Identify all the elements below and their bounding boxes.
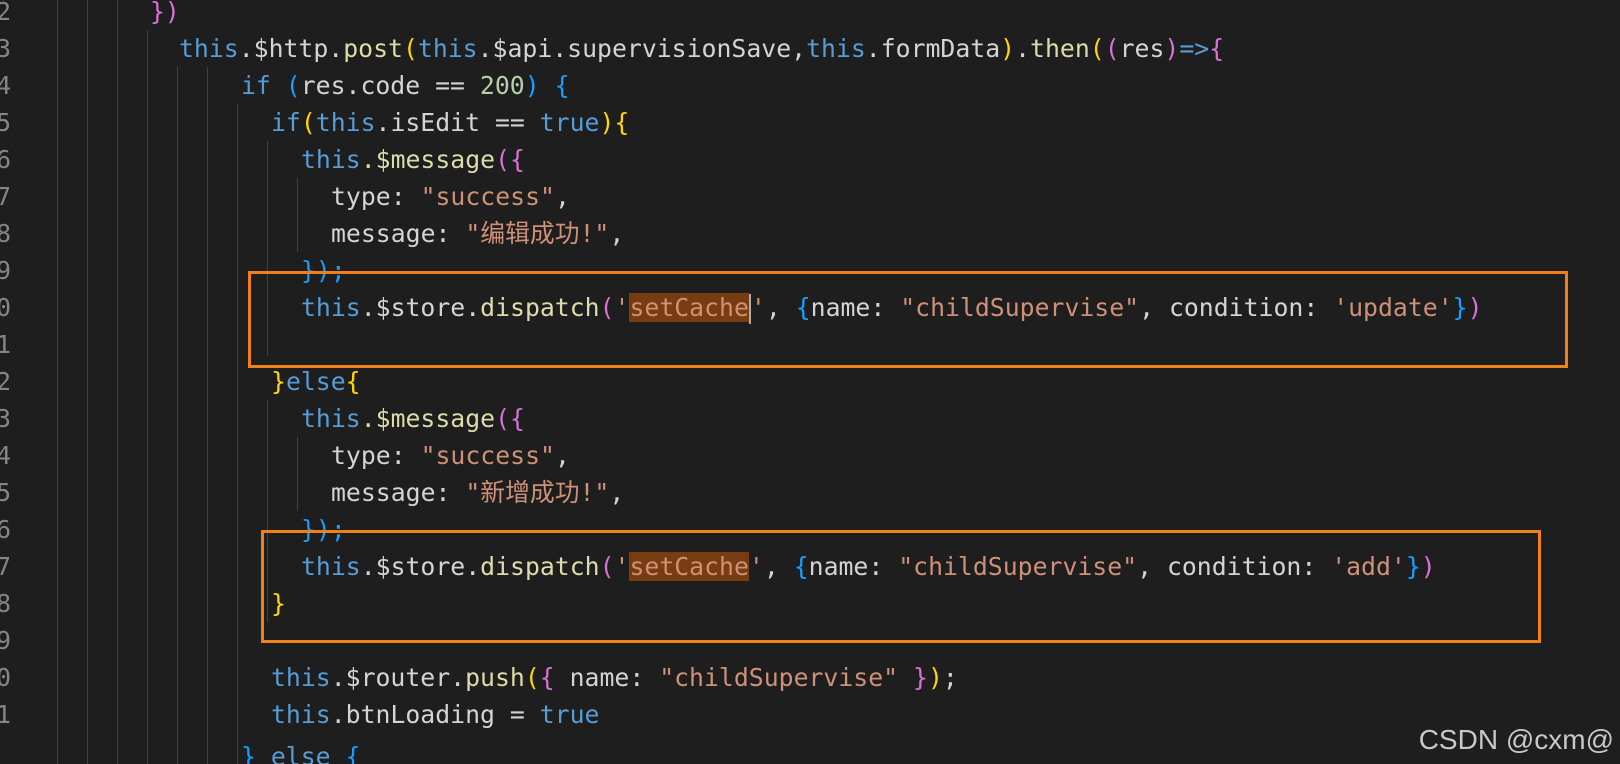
true-literal: true [539, 700, 600, 729]
line-number: 8 [0, 219, 11, 248]
opening-brace: { [345, 367, 361, 396]
code-editor[interactable]: 2 3 4 5 6 7 8 9 0 1 2 3 4 5 6 7 8 9 0 1 … [0, 0, 1620, 764]
type-key: type: [331, 182, 421, 211]
highlight-box-add [261, 530, 1541, 643]
code-line: this.$message({ [301, 400, 525, 438]
code-line: }) [150, 0, 180, 31]
code-line: }else{ [271, 363, 361, 401]
line-number: 4 [0, 71, 11, 100]
line-number: 7 [0, 182, 11, 211]
this-keyword: this [315, 108, 376, 137]
line-number: 9 [0, 626, 11, 655]
true-literal: true [539, 108, 600, 137]
then-function: then [1030, 34, 1090, 63]
this-keyword: this [271, 700, 331, 729]
this-keyword: this [179, 34, 239, 63]
push-function: push [465, 663, 525, 692]
message-key: message: [331, 219, 466, 248]
code-line: type: "success", [331, 182, 570, 211]
if-keyword: if [241, 71, 271, 100]
indent-guide [237, 104, 238, 764]
line-number: 2 [0, 0, 11, 26]
line-number: 0 [0, 293, 11, 322]
line-number: 6 [0, 145, 11, 174]
indent-guide [297, 178, 298, 252]
if-keyword: if [271, 108, 301, 137]
line-number: 1 [0, 700, 11, 729]
formdata-member: .formData [865, 34, 1001, 63]
closing-brace: } [271, 367, 286, 396]
code-line: this.$message({ [301, 141, 525, 179]
opening-paren-brace: ({ [495, 404, 525, 433]
highlight-box-update [248, 271, 1568, 368]
isedit-expression: .isEdit == [375, 108, 540, 137]
code-line: } else { [241, 742, 361, 764]
message-value-string: "新增成功!" [465, 478, 610, 507]
code-line: message: "新增成功!", [331, 478, 625, 507]
indent-guide [57, 0, 58, 764]
line-number-gutter: 2 3 4 5 6 7 8 9 0 1 2 3 4 5 6 7 8 9 0 1 [0, 0, 12, 764]
type-value-string: "success" [420, 182, 555, 211]
line-number: 1 [0, 330, 11, 359]
line-number: 6 [0, 515, 11, 544]
indent-guide [147, 30, 148, 764]
btnloading-expression: .btnLoading = [330, 700, 540, 729]
line-number: 0 [0, 663, 11, 692]
name-value-string: "childSupervise" [659, 663, 899, 692]
post-function: post [343, 34, 403, 63]
this-keyword: this [806, 34, 866, 63]
message-key: message: [331, 478, 466, 507]
code-line: type: "success", [331, 441, 570, 470]
this-keyword: this [271, 663, 331, 692]
name-key: name: [554, 663, 660, 692]
line-number: 9 [0, 256, 11, 285]
line-number: 5 [0, 108, 11, 137]
arrow-operator: => [1179, 34, 1210, 63]
line-number: 8 [0, 589, 11, 618]
line-number: 2 [0, 367, 11, 396]
code-line: this.btnLoading = true [271, 696, 599, 734]
code-line: this.$router.push({ name: "childSupervis… [271, 663, 958, 692]
indent-guide [87, 0, 88, 764]
line-number: 4 [0, 441, 11, 470]
watermark: CSDN @cxm@ [1418, 724, 1614, 755]
indent-guide [177, 67, 178, 764]
type-key: type: [331, 441, 421, 470]
this-keyword: this [301, 404, 361, 433]
message-value-string: "编辑成功!" [465, 219, 610, 248]
code-line: this.$http.post(this.$api.supervisionSav… [179, 34, 1225, 63]
line-number: 3 [0, 34, 11, 63]
this-keyword: this [301, 145, 361, 174]
this-keyword: this [417, 34, 478, 63]
code-line: if(this.isEdit == true){ [271, 108, 630, 137]
res-param: res [1119, 34, 1165, 63]
opening-brace: { [554, 71, 570, 100]
indent-guide [117, 0, 118, 764]
code-line: if (res.code == 200) { [241, 71, 570, 100]
api-member: .$api.supervisionSave, [477, 34, 807, 63]
router-member: .$router. [330, 663, 466, 692]
indent-guide [297, 437, 298, 511]
message-function: .$message [360, 404, 496, 433]
opening-paren-brace: ({ [495, 145, 525, 174]
line-number: 3 [0, 404, 11, 433]
code-line: message: "编辑成功!", [331, 219, 625, 248]
closing-brace: }) [150, 0, 180, 26]
type-value-string: "success" [420, 441, 555, 470]
indent-guide [207, 67, 208, 764]
line-number: 7 [0, 552, 11, 581]
condition-expression: res.code == [300, 71, 480, 100]
line-number: 5 [0, 478, 11, 507]
http-member: .$http. [238, 34, 344, 63]
message-function: .$message [360, 145, 496, 174]
else-keyword: else [285, 367, 346, 396]
number-literal: 200 [479, 71, 525, 100]
